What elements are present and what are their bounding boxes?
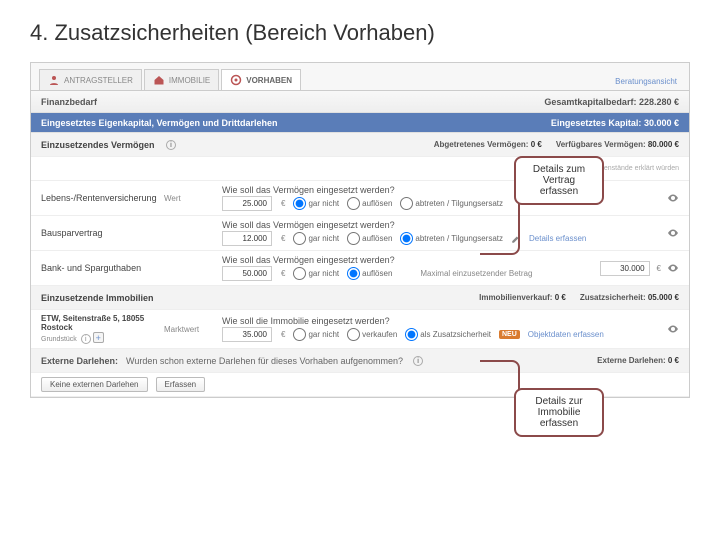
erfassen-button[interactable]: Erfassen bbox=[156, 377, 206, 392]
row-bank: Bank- und Sparguthaben Wie soll das Verm… bbox=[31, 251, 689, 286]
row-label: Lebens-/Rentenversicherung bbox=[41, 193, 156, 203]
wert-label: Wert bbox=[164, 194, 214, 203]
details-erfassen-link[interactable]: Details erfassen bbox=[529, 234, 586, 243]
house-icon bbox=[153, 74, 165, 86]
property-name: ETW, Seitenstraße 5, 18055 Rostock bbox=[41, 314, 156, 332]
eye-icon[interactable] bbox=[667, 323, 679, 335]
app-window: ANTRAGSTELLER IMMOBILIE VORHABEN Beratun… bbox=[30, 62, 690, 398]
target-icon bbox=[230, 74, 242, 86]
person-icon bbox=[48, 74, 60, 86]
beratungsansicht-link[interactable]: Beratungsansicht bbox=[611, 73, 681, 90]
row-label: Einzusetzende Immobilien bbox=[41, 293, 201, 303]
radio-aufloesen[interactable]: auflösen bbox=[347, 197, 392, 210]
eye-icon[interactable] bbox=[667, 192, 679, 204]
marktwert-label: Marktwert bbox=[164, 325, 214, 334]
plus-icon[interactable]: + bbox=[93, 332, 104, 343]
eye-icon[interactable] bbox=[667, 262, 679, 274]
tab-immobilie[interactable]: IMMOBILIE bbox=[144, 69, 219, 90]
row-label: Bausparvertrag bbox=[41, 228, 156, 238]
row-immobilien-head: Einzusetzende Immobilien Immobilienverka… bbox=[31, 286, 689, 310]
question: Wie soll das Vermögen eingesetzt werden? bbox=[222, 255, 592, 265]
callout-tail bbox=[480, 200, 520, 255]
question: Wie soll die Immobilie eingesetzt werden… bbox=[222, 316, 659, 326]
row-label: Externe Darlehen: bbox=[41, 356, 118, 366]
neu-badge: NEU bbox=[499, 330, 520, 339]
row-einzusetzendes-vermoegen: Einzusetzendes Vermögen i Abgetretenes V… bbox=[31, 133, 689, 157]
row-immo-prop: ETW, Seitenstraße 5, 18055 Rostock Grund… bbox=[31, 310, 689, 349]
row-label: Bank- und Sparguthaben bbox=[41, 263, 156, 273]
radio-garnicht[interactable]: gar nicht bbox=[293, 328, 339, 341]
radio-zusatzsicherheit[interactable]: als Zusatzsicherheit bbox=[405, 328, 491, 341]
immo-mw-input[interactable]: 35.000 bbox=[222, 327, 272, 342]
objektdaten-erfassen-link[interactable]: Objektdaten erfassen bbox=[528, 330, 604, 339]
radio-aufloesen[interactable]: auflösen bbox=[347, 232, 392, 245]
row-label: Einzusetzendes Vermögen bbox=[41, 140, 156, 150]
bsv-wert-input[interactable]: 12.000 bbox=[222, 231, 272, 246]
max-label: Maximal einzusetzender Betrag bbox=[420, 269, 532, 278]
radio-garnicht[interactable]: gar nicht bbox=[293, 232, 339, 245]
callout-tail bbox=[480, 360, 520, 395]
section-label: Finanzbedarf bbox=[41, 97, 97, 107]
radio-garnicht[interactable]: gar nicht bbox=[293, 197, 339, 210]
callout-vertrag: Details zum Vertrag erfassen bbox=[514, 156, 604, 205]
bank-wert-input[interactable]: 50.000 bbox=[222, 266, 272, 281]
bank-max-input[interactable]: 30.000 bbox=[600, 261, 650, 276]
slide-title: 4. Zusatzsicherheiten (Bereich Vorhaben) bbox=[30, 20, 690, 46]
lrv-wert-input[interactable]: 25.000 bbox=[222, 196, 272, 211]
row-externe-head: Externe Darlehen: Wurden schon externe D… bbox=[31, 349, 689, 373]
tab-label: VORHABEN bbox=[246, 76, 292, 85]
row-bsv: Bausparvertrag Wie soll das Vermögen ein… bbox=[31, 216, 689, 251]
tab-label: IMMOBILIE bbox=[169, 76, 210, 85]
keine-darlehen-button[interactable]: Keine externen Darlehen bbox=[41, 377, 148, 392]
tab-bar: ANTRAGSTELLER IMMOBILIE VORHABEN Beratun… bbox=[31, 63, 689, 91]
section-finanzbedarf: Finanzbedarf Gesamtkapitalbedarf: 228.28… bbox=[31, 91, 689, 113]
ext-question: Wurden schon externe Darlehen für dieses… bbox=[126, 356, 403, 366]
tab-vorhaben[interactable]: VORHABEN bbox=[221, 69, 301, 90]
tab-label: ANTRAGSTELLER bbox=[64, 76, 133, 85]
info-icon[interactable]: i bbox=[166, 140, 176, 150]
eingesetztes-kapital: Eingesetztes Kapital: 30.000 € bbox=[551, 118, 679, 128]
info-icon[interactable]: i bbox=[413, 356, 423, 366]
question: Wie soll das Vermögen eingesetzt werden? bbox=[222, 220, 659, 230]
tab-antragsteller[interactable]: ANTRAGSTELLER bbox=[39, 69, 142, 90]
radio-verkaufen[interactable]: verkaufen bbox=[347, 328, 397, 341]
gesamtkapital: Gesamtkapitalbedarf: 228.280 € bbox=[544, 97, 679, 107]
eye-icon[interactable] bbox=[667, 227, 679, 239]
section-eigenkapital: Eingesetztes Eigenkapital, Vermögen und … bbox=[31, 113, 689, 133]
radio-aufloesen[interactable]: auflösen bbox=[347, 267, 392, 280]
section-label: Eingesetztes Eigenkapital, Vermögen und … bbox=[41, 118, 278, 128]
callout-immobilie: Details zur Immobilie erfassen bbox=[514, 388, 604, 437]
info-icon[interactable]: i bbox=[81, 334, 91, 344]
radio-garnicht[interactable]: gar nicht bbox=[293, 267, 339, 280]
